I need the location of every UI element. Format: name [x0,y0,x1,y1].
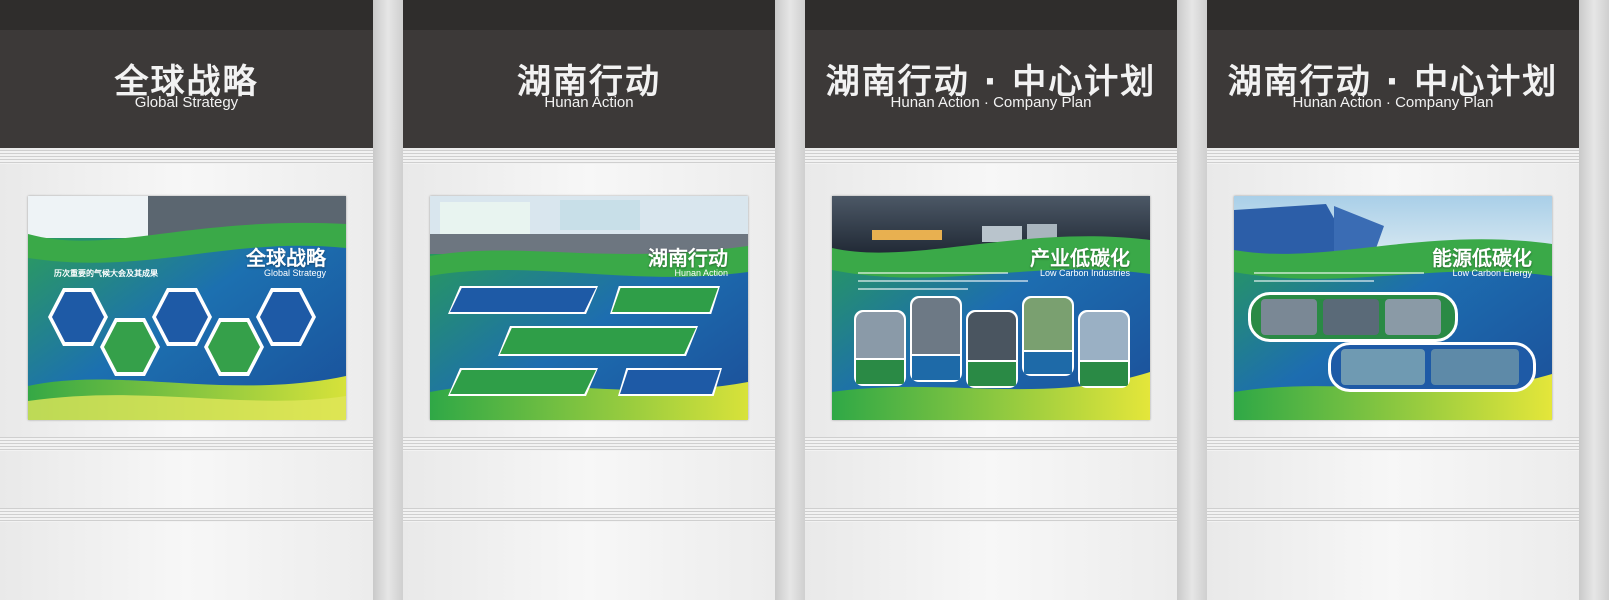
photo-strip [1248,292,1458,342]
board-title-en: Low Carbon Industries [1039,268,1130,278]
panel-trim [403,150,775,164]
photo-card [854,310,906,386]
panel-trim [1207,508,1579,522]
board-subtitle: 历次重要的气候大会及其成果 [54,269,158,278]
display-panel-2: 湖南行动 Hunan Action 湖南行动 Hunan Action [403,0,775,600]
text-box [618,368,722,396]
board-title-cn: 产业低碳化 [1030,246,1130,270]
photo-card [1078,310,1130,388]
panel-trim [0,150,373,164]
panel-header: 湖南行动 Hunan Action [403,30,775,148]
panel-trim [805,508,1177,522]
panel-top-cap [0,0,373,32]
display-panel-1: 全球战略 Global Strategy 全球战略 Global Strateg… [0,0,373,600]
board-title-en: Global Strategy [263,268,326,278]
panel-trim [1207,150,1579,164]
panel-trim [805,437,1177,451]
panel-trim [0,508,373,522]
exhibit-board-low-carbon-industries: 产业低碳化 Low Carbon Industries [832,196,1150,420]
board-title-en: Low Carbon Energy [1452,268,1532,278]
panel-trim [403,508,775,522]
photo-card [966,310,1018,388]
panel-top-cap [805,0,1177,32]
board-title-en: Hunan Action [674,268,728,278]
board-title-cn: 能源低碳化 [1432,246,1532,270]
wall-gap [373,0,403,600]
panel-top-cap [1207,0,1579,32]
wall-gap [1177,0,1207,600]
photo-strip [1328,342,1536,392]
body-text [858,280,1028,282]
board-title-cn: 湖南行动 [648,246,728,270]
panel-header: 湖南行动 · 中心计划 Hunan Action · Company Plan [1207,30,1579,148]
exhibit-board-hunan-action: 湖南行动 Hunan Action [430,196,748,420]
panel-top-cap [403,0,775,32]
body-text [1254,272,1424,274]
panel-trim [403,437,775,451]
panel-title-en: Hunan Action · Company Plan [890,94,1092,111]
panel-title-en: Hunan Action [544,94,634,111]
panel-title-en: Hunan Action · Company Plan [1292,94,1494,111]
body-text [1254,280,1374,282]
panel-trim [1207,437,1579,451]
body-text [858,272,1008,274]
display-panel-4: 湖南行动 · 中心计划 Hunan Action · Company Plan [1207,0,1579,600]
panel-title-en: Global Strategy [134,94,239,111]
text-box [448,368,598,396]
body-text [858,288,968,290]
exhibit-board-low-carbon-energy: 能源低碳化 Low Carbon Energy [1234,196,1552,420]
wall-gap [775,0,805,600]
exhibit-board-global-strategy: 全球战略 Global Strategy 历次重要的气候大会及其成果 [28,196,346,420]
display-panel-3: 湖南行动 · 中心计划 Hunan Action · Company Plan [805,0,1177,600]
text-box [498,326,698,356]
text-box [610,286,720,314]
panel-header: 全球战略 Global Strategy [0,30,373,148]
board-title-cn: 全球战略 [246,246,326,270]
panel-header: 湖南行动 · 中心计划 Hunan Action · Company Plan [805,30,1177,148]
wall-gap [1579,0,1609,600]
panel-trim [0,437,373,451]
photo-card [1022,296,1074,376]
photo-card [910,296,962,382]
text-box [448,286,598,314]
panel-trim [805,150,1177,164]
